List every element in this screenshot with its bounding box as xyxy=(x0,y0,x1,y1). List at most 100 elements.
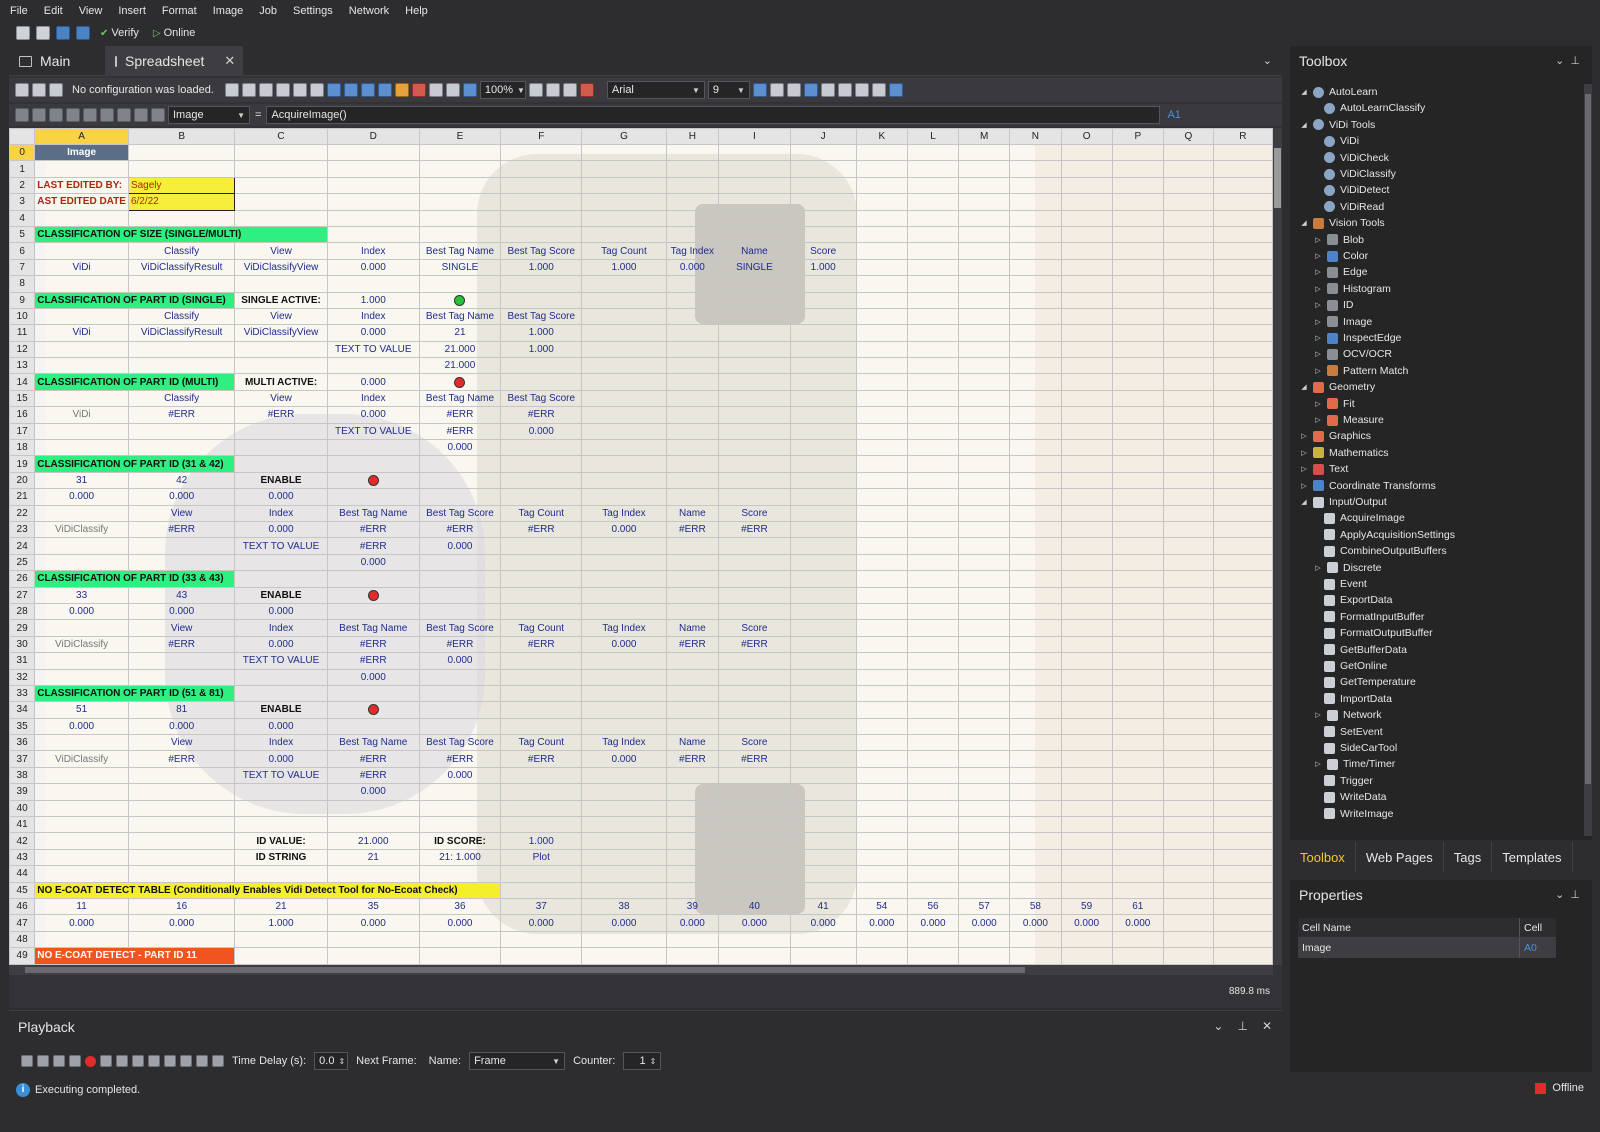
grid-cell[interactable] xyxy=(665,947,720,965)
grid-cell[interactable] xyxy=(418,209,502,227)
grid-cell[interactable]: 16 xyxy=(127,897,236,916)
zoom-fit-icon[interactable] xyxy=(360,83,375,97)
grid-cell[interactable]: 21.000 xyxy=(418,357,502,375)
grid-cell[interactable] xyxy=(1162,455,1214,473)
grid-cell[interactable] xyxy=(326,586,420,604)
insert-function-icon[interactable] xyxy=(15,108,29,122)
grid-cell[interactable] xyxy=(1162,816,1214,834)
grid-cell[interactable] xyxy=(500,455,583,473)
grid-cell[interactable] xyxy=(1060,619,1113,637)
scroll-thumb[interactable] xyxy=(1585,94,1591,784)
select-all-corner[interactable] xyxy=(9,128,36,145)
grid-cell[interactable]: 33 xyxy=(34,586,129,604)
grid-cell[interactable] xyxy=(958,455,1011,473)
grid-cell[interactable] xyxy=(326,176,420,195)
grid-cell[interactable] xyxy=(1212,783,1273,801)
grid-cell[interactable] xyxy=(1162,275,1214,293)
grid-cell[interactable] xyxy=(1212,520,1273,539)
toolbox-item[interactable]: ▷ InspectEdge xyxy=(1314,330,1401,346)
tab-web-pages[interactable]: Web Pages xyxy=(1356,842,1444,872)
row-header[interactable]: 5 xyxy=(9,225,36,244)
grid-cell[interactable] xyxy=(718,373,791,391)
grid-cell[interactable]: 0.000 xyxy=(234,602,328,621)
toolbox-item[interactable]: ▷ Histogram xyxy=(1314,281,1391,297)
toolbox-item[interactable]: ◢ Geometry xyxy=(1300,379,1375,395)
copy-icon[interactable] xyxy=(241,83,256,97)
grid-cell[interactable]: Index xyxy=(234,734,328,752)
grid-cell[interactable]: #ERR xyxy=(718,635,791,654)
grid-cell[interactable] xyxy=(234,160,328,178)
grid-cell[interactable] xyxy=(234,209,328,227)
grid-cell[interactable] xyxy=(581,816,667,834)
grid-cell[interactable]: Tag Index xyxy=(581,504,667,522)
comment-icon[interactable] xyxy=(117,108,131,122)
expand-arrow-icon[interactable]: ▷ xyxy=(1314,301,1322,309)
grid-cell[interactable] xyxy=(718,570,791,588)
toolbox-item[interactable]: ▷ Blob xyxy=(1314,232,1364,248)
grid-cell[interactable]: ViDiClassify xyxy=(34,635,129,654)
toolbox-item[interactable]: FormatInputBuffer xyxy=(1324,609,1424,625)
grid-cell[interactable]: 0.000 xyxy=(34,602,129,621)
grid-cell[interactable]: TEXT TO VALUE xyxy=(234,766,328,785)
grid-cell[interactable]: SINGLE xyxy=(418,258,502,277)
grid-cell[interactable] xyxy=(789,553,857,572)
grid-cell[interactable] xyxy=(1111,258,1164,277)
grid-cell[interactable] xyxy=(500,947,583,965)
grid-cell[interactable] xyxy=(718,324,791,342)
row-header[interactable]: 18 xyxy=(9,439,36,457)
grid-cell[interactable] xyxy=(1111,373,1164,391)
toolbox-item[interactable]: ViDiClassify xyxy=(1324,166,1396,182)
grid-cell[interactable] xyxy=(855,176,908,195)
grid-cell[interactable] xyxy=(581,225,667,244)
grid-cell[interactable] xyxy=(1009,209,1062,227)
grid-cell[interactable] xyxy=(1111,947,1164,965)
grid-cell[interactable] xyxy=(665,357,720,375)
zoom-select[interactable]: 100% ▼ xyxy=(479,81,526,99)
grid-cell[interactable] xyxy=(958,701,1011,719)
grid-cell[interactable] xyxy=(418,225,502,244)
grid-cell[interactable] xyxy=(958,619,1011,637)
menu-item-help[interactable]: Help xyxy=(405,5,428,17)
grid-cell[interactable] xyxy=(500,881,583,899)
grid-cell[interactable] xyxy=(718,602,791,621)
grid-cell[interactable] xyxy=(958,684,1011,703)
section-header-cell[interactable]: CLASSIFICATION OF SIZE (SINGLE/MULTI) xyxy=(34,225,328,244)
grid-cell[interactable] xyxy=(418,717,502,736)
grid-cell[interactable] xyxy=(127,209,236,227)
column-header-c[interactable]: C xyxy=(234,128,328,145)
font-color-icon[interactable] xyxy=(888,83,903,97)
grid-cell[interactable] xyxy=(127,537,236,555)
grid-cell[interactable]: SINGLE ACTIVE: xyxy=(234,291,328,309)
grid-cell[interactable]: ViDi xyxy=(34,406,129,424)
grid-cell[interactable]: #ERR xyxy=(326,750,420,768)
grid-cell[interactable] xyxy=(1212,717,1273,736)
grid-cell[interactable]: Best Tag Name xyxy=(326,734,420,752)
grid-cell[interactable] xyxy=(234,947,328,965)
grid-cell[interactable]: 36 xyxy=(418,897,502,916)
grid-cell[interactable] xyxy=(234,553,328,572)
pin-icon[interactable]: ⊥ xyxy=(1237,1019,1247,1033)
grid-cell[interactable] xyxy=(1060,291,1113,309)
grid-cell[interactable] xyxy=(1162,799,1214,818)
toolbox-item[interactable]: ▷ Image xyxy=(1314,314,1372,330)
open-icon[interactable] xyxy=(21,1055,33,1067)
toolbox-item[interactable]: ViDiDetect xyxy=(1324,182,1389,198)
grid-cell[interactable] xyxy=(1009,439,1062,457)
grid-cell[interactable] xyxy=(1060,340,1113,359)
grid-cell[interactable] xyxy=(581,209,667,227)
grid-cell[interactable] xyxy=(718,357,791,375)
grid-cell[interactable] xyxy=(127,439,236,457)
pin-icon[interactable]: ⊥ xyxy=(1570,55,1580,67)
grid-cell[interactable] xyxy=(1162,881,1214,899)
grid-cell[interactable] xyxy=(34,340,129,359)
grid-cell[interactable] xyxy=(1009,668,1062,686)
grid-cell[interactable] xyxy=(718,766,791,785)
grid-cell[interactable] xyxy=(1060,701,1113,719)
grid-cell[interactable]: Sagely xyxy=(127,176,236,195)
grid-cell[interactable]: 1.000 xyxy=(326,291,420,309)
grid-cell[interactable] xyxy=(500,652,583,670)
expand-arrow-icon[interactable]: ◢ xyxy=(1300,219,1308,227)
grid-cell[interactable] xyxy=(958,930,1011,949)
grid-cell[interactable]: 0.000 xyxy=(418,766,502,785)
align-center-icon[interactable] xyxy=(803,83,818,97)
